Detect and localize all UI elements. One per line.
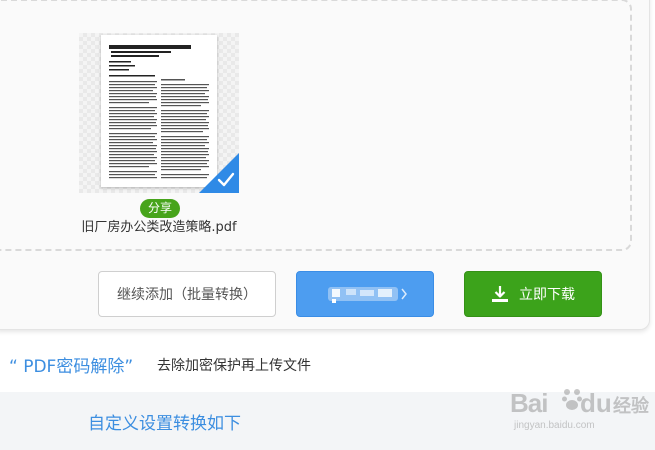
- custom-settings-link[interactable]: 自定义设置转换如下: [88, 409, 241, 434]
- pdf-password-remove-link[interactable]: “ PDF密码解除”: [9, 352, 133, 377]
- file-name-label: 旧厂房办公类改造策略.pdf: [81, 220, 237, 235]
- baidu-watermark: Bai du 经验 jingyan.baidu.com: [510, 384, 650, 434]
- baidu-paw-icon: [562, 389, 582, 410]
- download-now-button[interactable]: 立即下载: [464, 271, 602, 317]
- continue-add-label: 继续添加（批量转换）: [117, 287, 257, 303]
- qr-share-button[interactable]: [296, 271, 434, 317]
- download-now-label: 立即下载: [519, 287, 575, 303]
- check-icon: [199, 153, 239, 193]
- continue-add-button[interactable]: 继续添加（批量转换）: [98, 271, 276, 317]
- watermark-brand-cn: 经验: [613, 396, 649, 416]
- file-thumbnail[interactable]: [79, 33, 239, 193]
- download-icon: [491, 285, 509, 303]
- watermark-brand-right: du: [580, 388, 612, 418]
- qr-icon-blurred: [328, 287, 407, 303]
- watermark-brand-left: Bai: [510, 388, 548, 418]
- pdf-password-remove-description: 去除加密保护再上传文件: [157, 358, 311, 374]
- share-badge[interactable]: 分享: [140, 199, 180, 218]
- file-drop-zone[interactable]: 分享 旧厂房办公类改造策略.pdf: [0, 0, 632, 251]
- watermark-url: jingyan.baidu.com: [514, 420, 595, 431]
